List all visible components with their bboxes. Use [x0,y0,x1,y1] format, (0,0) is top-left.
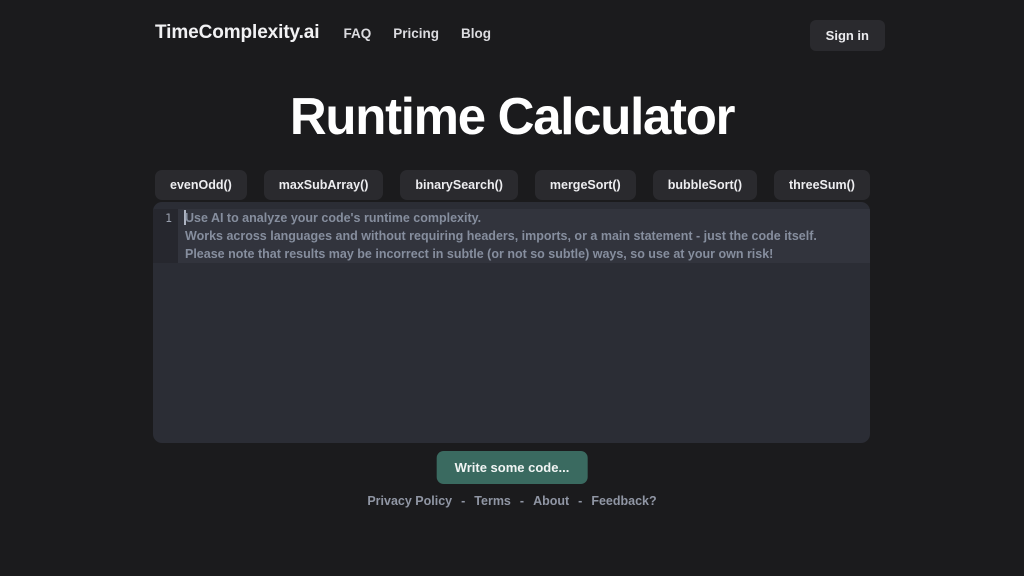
example-chip-maxsubarray[interactable]: maxSubArray() [263,170,384,200]
sign-in-button[interactable]: Sign in [809,20,885,51]
example-chip-bubblesort[interactable]: bubbleSort() [652,170,757,200]
primary-nav: FAQ Pricing Blog [343,26,491,41]
example-chip-binarysearch[interactable]: binarySearch() [400,170,518,200]
footer-link-terms[interactable]: Terms [474,494,511,508]
footer-separator: - [519,494,525,508]
footer-separator: - [578,494,583,508]
header-left-group: TimeComplexity.ai FAQ Pricing Blog [155,22,491,44]
example-chip-threesum[interactable]: threeSum() [773,170,870,200]
page-root: TimeComplexity.ai FAQ Pricing Blog Sign … [0,0,1024,576]
nav-link-pricing[interactable]: Pricing [393,26,439,41]
nav-link-blog[interactable]: Blog [461,26,491,41]
example-chips-row: evenOdd() maxSubArray() binarySearch() m… [155,170,870,200]
footer: Privacy Policy - Terms - About - Feedbac… [0,494,1024,508]
example-chip-mergesort[interactable]: mergeSort() [534,170,636,200]
code-editor[interactable]: 1 Use AI to analyze your code's runtime … [153,202,870,443]
editor-line-number: 1 [165,211,172,225]
editor-placeholder-text: Use AI to analyze your code's runtime co… [185,211,817,261]
footer-link-about[interactable]: About [533,494,569,508]
footer-separator: - [461,494,466,508]
footer-link-feedback[interactable]: Feedback? [591,494,656,508]
submit-code-button[interactable]: Write some code... [436,451,588,484]
page-title: Runtime Calculator [289,88,736,146]
footer-link-privacy-policy[interactable]: Privacy Policy [367,494,452,508]
nav-link-faq[interactable]: FAQ [343,26,371,41]
example-chip-evenodd[interactable]: evenOdd() [155,170,247,200]
site-header: TimeComplexity.ai FAQ Pricing Blog Sign … [0,0,1024,68]
brand-logo[interactable]: TimeComplexity.ai [155,22,320,44]
